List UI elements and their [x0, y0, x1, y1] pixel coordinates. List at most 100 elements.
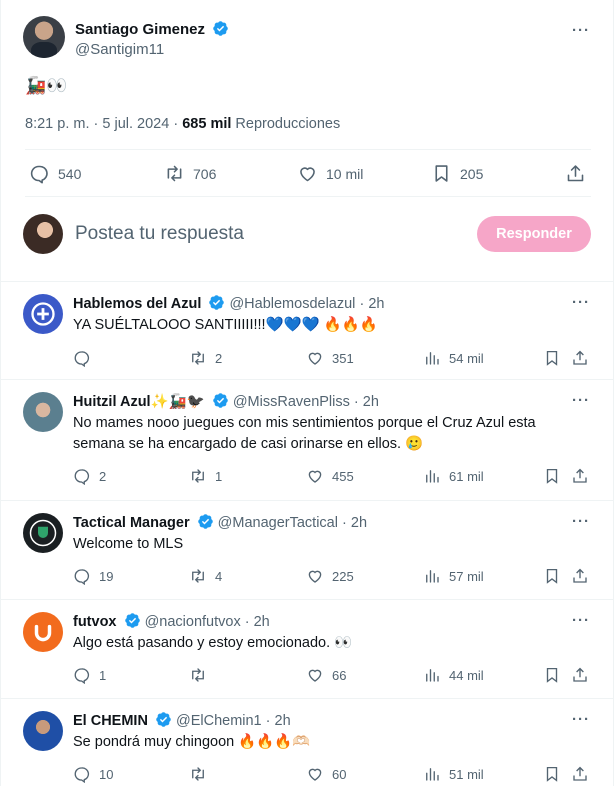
reply-count: 1 — [99, 667, 107, 683]
reply-handle[interactable]: @nacionfutvox — [145, 614, 241, 630]
reply-author-name[interactable]: El CHEMIN — [73, 713, 148, 729]
separator: · — [342, 515, 347, 531]
verified-badge-icon — [156, 712, 171, 727]
reply-time[interactable]: 2h — [351, 515, 367, 531]
reply-handle[interactable]: @Hablemosdelazul — [229, 296, 355, 312]
logo-icon — [34, 624, 52, 642]
reply-avatar[interactable] — [23, 612, 63, 652]
retweet-action[interactable]: 706 — [164, 163, 216, 184]
reply-actions: 1 66 44 mil — [73, 666, 593, 688]
like-count: 455 — [332, 468, 354, 484]
verified-badge-icon — [124, 613, 140, 628]
like-count: 66 — [332, 667, 347, 683]
reply-input[interactable]: Postea tu respuesta — [75, 223, 244, 245]
reply-action[interactable]: 2 — [73, 467, 106, 485]
like-action[interactable]: 225 — [306, 567, 354, 585]
like-action[interactable]: 66 — [306, 666, 346, 684]
share-icon — [573, 667, 587, 682]
reply-action[interactable]: 10 — [73, 765, 113, 783]
author-name[interactable]: Santiago Gimenez — [75, 21, 205, 38]
retweet-action[interactable] — [189, 666, 215, 684]
reply-button[interactable]: Responder — [477, 216, 591, 252]
more-options-icon[interactable]: ··· — [572, 294, 590, 311]
reply-count: 19 — [99, 568, 114, 584]
views-action[interactable]: 54 mil — [423, 349, 484, 367]
like-action[interactable]: 351 — [306, 349, 354, 367]
separator: · — [244, 614, 250, 630]
tweet-time[interactable]: 8:21 p. m. — [25, 116, 89, 132]
reply-handle[interactable]: @MissRavenPliss — [233, 394, 350, 410]
like-action[interactable]: 60 — [306, 765, 346, 783]
reply-tweet[interactable]: futvox @nacionfutvox · 2h ··· Algo está … — [1, 600, 613, 699]
share-action[interactable] — [571, 567, 589, 585]
reply-actions: 2 1 455 61 mil — [73, 467, 593, 489]
retweet-action[interactable]: 1 — [189, 467, 222, 485]
views-action[interactable]: 57 mil — [423, 567, 484, 585]
reply-time[interactable]: 2h — [368, 296, 384, 312]
tweet-date[interactable]: 5 jul. 2024 — [102, 116, 169, 132]
reply-author-name[interactable]: futvox — [73, 614, 117, 630]
like-count: 10 mil — [326, 165, 364, 182]
bookmark-action[interactable] — [543, 349, 561, 367]
reply-avatar[interactable] — [23, 392, 63, 432]
more-options-icon[interactable]: ··· — [572, 392, 590, 409]
reply-tweet[interactable]: Hablemos del Azul @Hablemosdelazul · 2h … — [1, 282, 613, 380]
bookmark-action[interactable] — [543, 666, 561, 684]
share-action[interactable] — [571, 666, 589, 684]
reply-handle[interactable]: @ManagerTactical — [218, 515, 338, 531]
reply-action[interactable]: 1 — [73, 666, 106, 684]
author-avatar[interactable] — [23, 16, 65, 58]
more-options-icon[interactable]: ··· — [572, 513, 590, 530]
like-action[interactable]: 455 — [306, 467, 354, 485]
reply-tweet[interactable]: Huitzil Azul✨🚂🐦‍⬛ @MissRavenPliss · 2h ·… — [1, 380, 613, 501]
reply-action[interactable]: 540 — [29, 163, 81, 184]
like-action[interactable]: 10 mil — [297, 163, 363, 184]
retweet-action[interactable]: 2 — [189, 349, 222, 367]
reply-tweet[interactable]: El CHEMIN @ElChemin1 · 2h ··· Se pondrá … — [1, 699, 613, 786]
bookmark-action[interactable] — [543, 567, 561, 585]
retweet-count: 706 — [193, 165, 217, 182]
bookmark-action[interactable]: 205 — [431, 163, 483, 184]
reply-composer: Postea tu respuesta Responder — [23, 212, 591, 256]
share-action[interactable] — [571, 349, 589, 367]
share-icon — [573, 568, 587, 583]
current-user-avatar[interactable] — [23, 214, 63, 254]
views-action[interactable]: 51 mil — [423, 765, 484, 783]
reply-time[interactable]: 2h — [254, 614, 270, 630]
bookmark-action[interactable] — [543, 467, 561, 485]
reply-author-name[interactable]: Huitzil Azul✨🚂🐦‍⬛ — [73, 394, 205, 410]
reply-actions: 10 60 51 mil — [73, 765, 593, 786]
view-count: 54 mil — [449, 350, 484, 366]
view-count: 61 mil — [449, 468, 484, 484]
share-action[interactable] — [571, 467, 589, 485]
heart-icon — [308, 470, 322, 483]
share-action[interactable] — [571, 765, 589, 783]
reply-tweet[interactable]: Tactical Manager @ManagerTactical · 2h ·… — [1, 501, 613, 600]
views-action[interactable]: 61 mil — [423, 467, 484, 485]
reply-header: Huitzil Azul✨🚂🐦‍⬛ @MissRavenPliss · 2h — [73, 392, 379, 410]
reply-author-name[interactable]: Tactical Manager — [73, 515, 190, 531]
reply-action[interactable]: 19 — [73, 567, 113, 585]
reply-action[interactable] — [73, 349, 99, 367]
reply-avatar[interactable] — [23, 513, 63, 553]
author-handle[interactable]: @Santigim11 — [75, 41, 164, 58]
retweet-action[interactable]: 4 — [189, 567, 222, 585]
views-action[interactable]: 44 mil — [423, 666, 484, 684]
view-count: 44 mil — [449, 667, 484, 683]
author-name-row[interactable]: Santiago Gimenez — [75, 20, 229, 38]
reply-time[interactable]: 2h — [275, 713, 291, 729]
more-options-icon[interactable]: ··· — [572, 612, 590, 629]
reply-header: El CHEMIN @ElChemin1 · 2h — [73, 711, 291, 729]
reply-avatar[interactable] — [23, 294, 63, 334]
reply-text: Welcome to MLS — [73, 536, 184, 552]
reply-handle[interactable]: @ElChemin1 — [176, 713, 262, 729]
more-options-icon[interactable]: ··· — [572, 711, 590, 728]
retweet-action[interactable] — [189, 765, 215, 783]
share-action[interactable] — [565, 163, 586, 184]
reply-icon — [74, 351, 90, 367]
reply-author-name[interactable]: Hablemos del Azul — [73, 296, 201, 312]
more-options-icon[interactable]: ··· — [572, 22, 590, 39]
reply-time[interactable]: 2h — [363, 394, 379, 410]
reply-avatar[interactable] — [23, 711, 63, 751]
bookmark-action[interactable] — [543, 765, 561, 783]
